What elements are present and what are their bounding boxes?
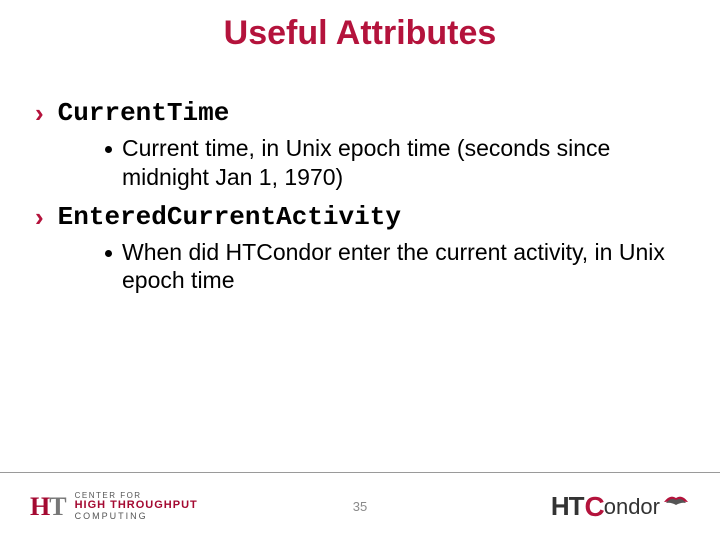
chtc-logo: HT CENTER FOR HIGH THROUGHPUT COMPUTING (30, 492, 198, 521)
logo-text: HT (551, 491, 584, 522)
ht-mark-icon: HT (30, 494, 67, 520)
attribute-name: EnteredCurrentActivity (58, 202, 401, 232)
chevron-icon: › (35, 100, 44, 126)
logo-text: C (584, 491, 604, 523)
content-area: › CurrentTime Current time, in Unix epoc… (0, 53, 720, 295)
bullet-icon (105, 250, 112, 257)
list-item: › EnteredCurrentActivity (35, 202, 685, 232)
chevron-icon: › (35, 204, 44, 230)
attribute-name: CurrentTime (58, 98, 230, 128)
attribute-desc: When did HTCondor enter the current acti… (122, 238, 685, 296)
attribute-desc: Current time, in Unix epoch time (second… (122, 134, 685, 192)
logo-line: COMPUTING (75, 512, 198, 521)
htcondor-logo: HT C ondor (551, 491, 690, 523)
bullet-icon (105, 146, 112, 153)
logo-text: ondor (604, 494, 660, 520)
condor-bird-icon (662, 492, 690, 508)
slide-title: Useful Attributes (0, 0, 720, 53)
list-item: › CurrentTime (35, 98, 685, 128)
list-subitem: When did HTCondor enter the current acti… (35, 238, 685, 296)
list-subitem: Current time, in Unix epoch time (second… (35, 134, 685, 192)
footer: HT CENTER FOR HIGH THROUGHPUT COMPUTING … (0, 472, 720, 540)
page-number: 35 (353, 499, 367, 514)
